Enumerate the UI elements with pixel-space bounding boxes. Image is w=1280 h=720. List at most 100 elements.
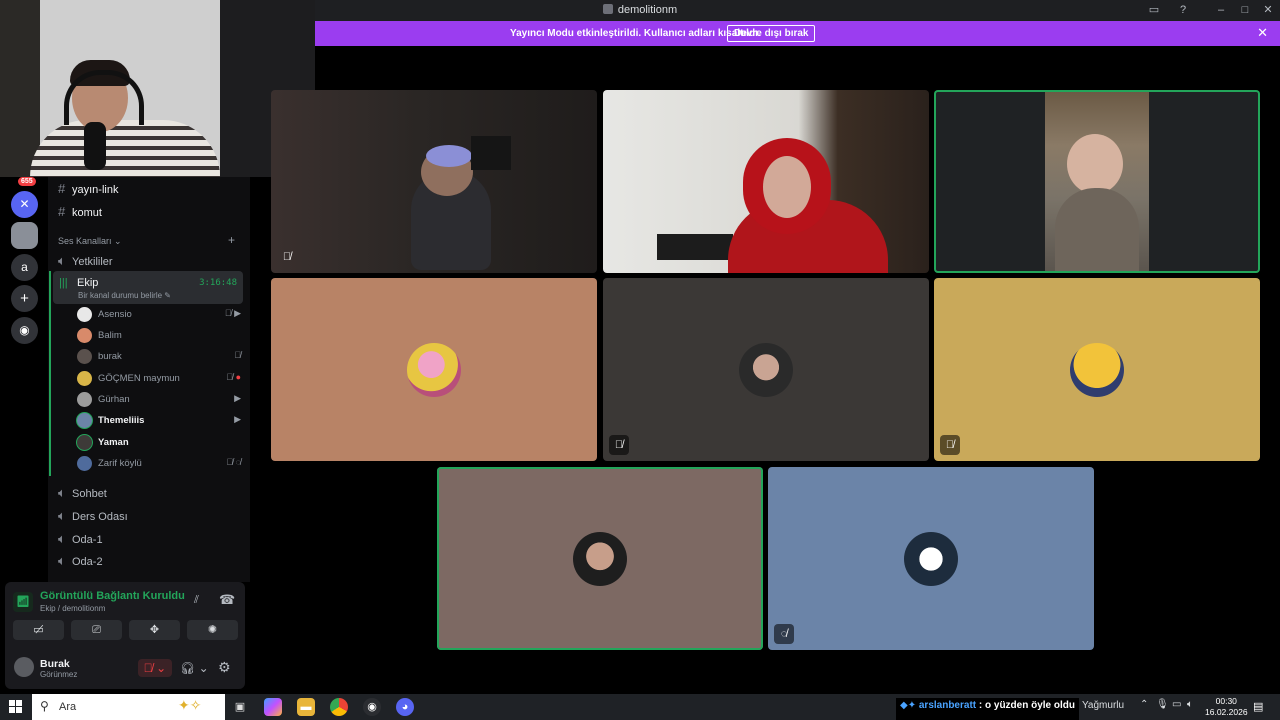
text-channel-yayin-link[interactable]: # yayın-link xyxy=(58,181,118,196)
volume-icon[interactable]: 🔈︎ xyxy=(1187,699,1193,710)
avatar xyxy=(77,456,92,471)
disconnect-icon[interactable]: ☎ xyxy=(219,592,235,608)
discord-app-icon xyxy=(602,4,613,14)
notification-badge: 655 xyxy=(18,177,36,186)
search-highlight-icon: ✦✧ xyxy=(178,697,202,713)
member-name: GÖÇMEN maymun xyxy=(98,373,180,384)
weather-widget[interactable]: Yağmurlu xyxy=(1082,700,1124,711)
task-view-icon[interactable]: ▣ xyxy=(231,698,249,716)
help-icon[interactable]: ? xyxy=(1174,3,1192,17)
member-name: burak xyxy=(98,351,122,362)
maximize-button[interactable]: □ xyxy=(1236,3,1254,17)
voice-member[interactable]: Balim xyxy=(77,327,247,345)
connection-status[interactable]: Görüntülü Bağlantı Kuruldu xyxy=(40,590,185,602)
channel-status[interactable]: Bir kanal durumu belirle ✎ xyxy=(78,291,171,300)
video-tile-avatar[interactable]: 🎙̸ xyxy=(934,278,1260,461)
channel-timer: 3:16:48 xyxy=(199,278,237,288)
speaker-icon: 🔈︎ xyxy=(58,553,66,568)
channel-label: Oda-1 xyxy=(72,534,103,546)
server-icon-active[interactable] xyxy=(11,222,38,249)
connection-location: Ekip / demolitionm xyxy=(40,604,106,613)
headphones-icon[interactable]: 🎧︎ ⌄ xyxy=(180,661,209,675)
voice-channel-ekip[interactable]: ||| Ekip 3:16:48 Bir kanal durumu belirl… xyxy=(53,271,243,304)
notification-icon[interactable]: ▤ xyxy=(1253,700,1263,713)
voice-member[interactable]: Yaman xyxy=(77,434,247,452)
text-channel-komut[interactable]: # komut xyxy=(58,204,102,219)
voice-channel-yetkililer[interactable]: 🔈︎ Yetkililer xyxy=(58,253,113,269)
member-name: Themeliiis xyxy=(98,415,145,426)
disable-streamer-mode-button[interactable]: Devre dışı bırak xyxy=(727,25,816,42)
avatar xyxy=(1070,342,1124,397)
gear-icon[interactable]: ⚙ xyxy=(218,659,231,676)
member-name: Yaman xyxy=(98,437,129,448)
activities-button[interactable]: ✥ xyxy=(129,620,180,640)
file-explorer-icon[interactable]: ▬ xyxy=(297,698,315,716)
video-tile-avatar[interactable] xyxy=(271,278,597,461)
person-face xyxy=(763,156,811,218)
voice-channel-sohbet[interactable]: 🔈︎ Sohbet xyxy=(58,485,107,501)
voice-member[interactable]: Gürhan ▶ xyxy=(77,391,247,409)
voice-channel-ders-odasi[interactable]: 🔈︎ Ders Odası xyxy=(58,508,128,524)
screen-share-button[interactable]: ⎚ xyxy=(71,620,122,640)
ticker-badge-icons: ◆✦ xyxy=(900,700,917,711)
camera-off-button[interactable]: ▭̸ xyxy=(13,620,64,640)
voice-member[interactable]: burak 🎙̸ xyxy=(77,348,247,366)
avatar xyxy=(77,435,92,450)
close-window-button[interactable]: ✕ xyxy=(1259,3,1277,17)
chat-ticker: ◆✦ arslanberatt : o yüzden öyle oldu xyxy=(896,698,1080,720)
minimize-button[interactable]: – xyxy=(1212,3,1230,17)
inbox-icon[interactable]: ▭ xyxy=(1145,3,1163,17)
noise-suppression-icon[interactable]: ⫽ xyxy=(194,594,199,607)
member-name: Asensio xyxy=(98,309,132,320)
search-icon: ⚲ xyxy=(40,699,49,713)
voice-channel-oda-2[interactable]: 🔈︎ Oda-2 xyxy=(58,553,103,569)
video-tile-avatar[interactable]: ◌̸ xyxy=(768,467,1094,650)
muted-icon: 🎙̸ xyxy=(940,435,960,455)
discord-icon[interactable]: ◕ xyxy=(396,698,414,716)
close-icon[interactable]: ✕ xyxy=(1257,25,1268,41)
network-icon[interactable]: ▭ xyxy=(1172,699,1181,710)
avatar xyxy=(77,328,92,343)
video-tile-camera[interactable] xyxy=(603,90,929,273)
server-icon[interactable]: ✕ xyxy=(11,191,38,218)
voice-member[interactable]: Themeliiis ▶ xyxy=(77,412,247,430)
camera-icon: ▶ xyxy=(234,414,241,424)
video-tile-camera-speaking[interactable] xyxy=(934,90,1260,273)
avatar xyxy=(77,371,92,386)
avatar xyxy=(77,413,92,428)
chrome-icon[interactable] xyxy=(330,698,348,716)
copilot-icon[interactable] xyxy=(264,698,282,716)
taskbar-search[interactable]: ⚲ Ara ✦✧ xyxy=(32,694,225,720)
video-tile-camera[interactable]: 🎙̸ xyxy=(271,90,597,273)
chevron-up-icon[interactable]: ⌃ xyxy=(1140,699,1148,710)
person-sweater xyxy=(1055,188,1139,271)
active-channel-indicator xyxy=(49,271,51,476)
voice-member[interactable]: Asensio 🎙̸ ▶ xyxy=(77,306,247,324)
system-clock[interactable]: 00:30 16.02.2026 xyxy=(1205,696,1248,718)
avatar xyxy=(904,531,958,586)
windows-start-icon[interactable] xyxy=(9,700,22,713)
deafened-icon: ◌̸ xyxy=(774,624,794,644)
microphone-tray-icon[interactable]: 🎙︎ xyxy=(1156,699,1169,710)
ticker-message: : o yüzden öyle oldu xyxy=(978,700,1076,711)
background xyxy=(0,0,40,177)
muted-icon: 🎙̸ ● xyxy=(226,372,241,382)
add-server-icon[interactable]: + xyxy=(11,285,38,312)
signal-icon: 📶︎ xyxy=(13,592,33,612)
avatar xyxy=(77,307,92,322)
video-tile-avatar-speaking[interactable] xyxy=(437,467,763,650)
soundboard-button[interactable]: ✺ xyxy=(187,620,238,640)
obs-icon[interactable]: ◉ xyxy=(363,698,381,716)
voice-channels-header[interactable]: Ses Kanalları ⌄ xyxy=(58,236,122,247)
muted-camera-icons: 🎙̸ ▶ xyxy=(224,308,241,318)
video-tile-avatar[interactable]: 🎙̸ xyxy=(603,278,929,461)
voice-member[interactable]: GÖÇMEN maymun 🎙̸ ● xyxy=(77,370,247,388)
mute-button[interactable]: 🎙̸ ⌄ xyxy=(138,659,172,677)
server-letter-a[interactable]: a xyxy=(11,254,38,281)
weather-text: Yağmurlu xyxy=(1082,700,1125,711)
banner-message: Yayıncı Modu etkinleştirildi. Kullanıcı … xyxy=(510,28,761,39)
explore-icon[interactable]: ◉ xyxy=(11,317,38,344)
voice-member[interactable]: Zarif köylü 🎙̸ ◌̸ xyxy=(77,455,247,473)
add-channel-icon[interactable]: + xyxy=(228,233,235,247)
voice-channel-oda-1[interactable]: 🔈︎ Oda-1 xyxy=(58,531,103,547)
